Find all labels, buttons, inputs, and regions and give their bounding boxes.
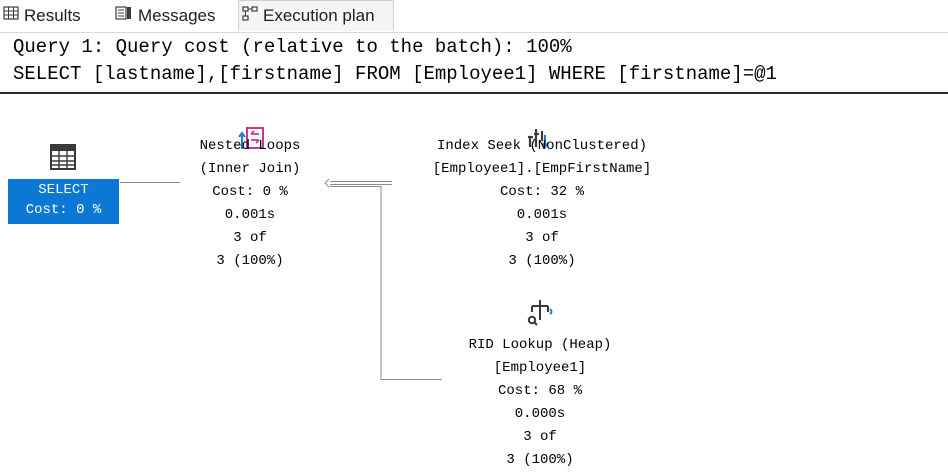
index-seek-time: 0.001s (516, 207, 568, 223)
nested-loops-rows-of: 3 of (233, 230, 267, 246)
nested-loops-node[interactable]: Nested Loops (Inner Join) Cost: 0 % 0.00… (160, 135, 340, 273)
nested-loops-cost: Cost: 0 % (212, 184, 288, 200)
nested-loops-name: Nested Loops (199, 138, 301, 154)
nested-loops-time: 0.001s (224, 207, 276, 223)
rid-lookup-cost: Cost: 68 % (497, 383, 582, 399)
select-node-label: SELECT (38, 182, 89, 198)
select-node-cost: Cost: 0 % (25, 202, 102, 218)
index-seek-rows-of: 3 of (525, 230, 559, 246)
rid-lookup-icon[interactable] (526, 298, 554, 333)
rid-lookup-node[interactable]: RID Lookup (Heap) [Employee1] Cost: 68 %… (440, 334, 640, 472)
index-seek-object: [Employee1].[EmpFirstName] (432, 161, 652, 177)
index-seek-node[interactable]: Index Seek (NonClustered) [Employee1].[E… (392, 135, 692, 273)
index-seek-cost: Cost: 32 % (499, 184, 584, 200)
rid-lookup-rows-of: 3 of (523, 429, 557, 445)
select-table-icon[interactable] (49, 143, 77, 176)
nested-loops-rows: 3 (100%) (216, 253, 284, 269)
rid-lookup-rows: 3 (100%) (506, 452, 574, 468)
rid-lookup-object: [Employee1] (493, 360, 587, 376)
index-seek-name: Index Seek (NonClustered) (436, 138, 648, 154)
nested-loops-join-type: (Inner Join) (199, 161, 301, 177)
index-seek-rows: 3 (100%) (508, 253, 576, 269)
select-node[interactable]: SELECT Cost: 0 % (8, 179, 119, 224)
rid-lookup-time: 0.000s (514, 406, 566, 422)
rid-lookup-name: RID Lookup (Heap) (468, 337, 612, 353)
